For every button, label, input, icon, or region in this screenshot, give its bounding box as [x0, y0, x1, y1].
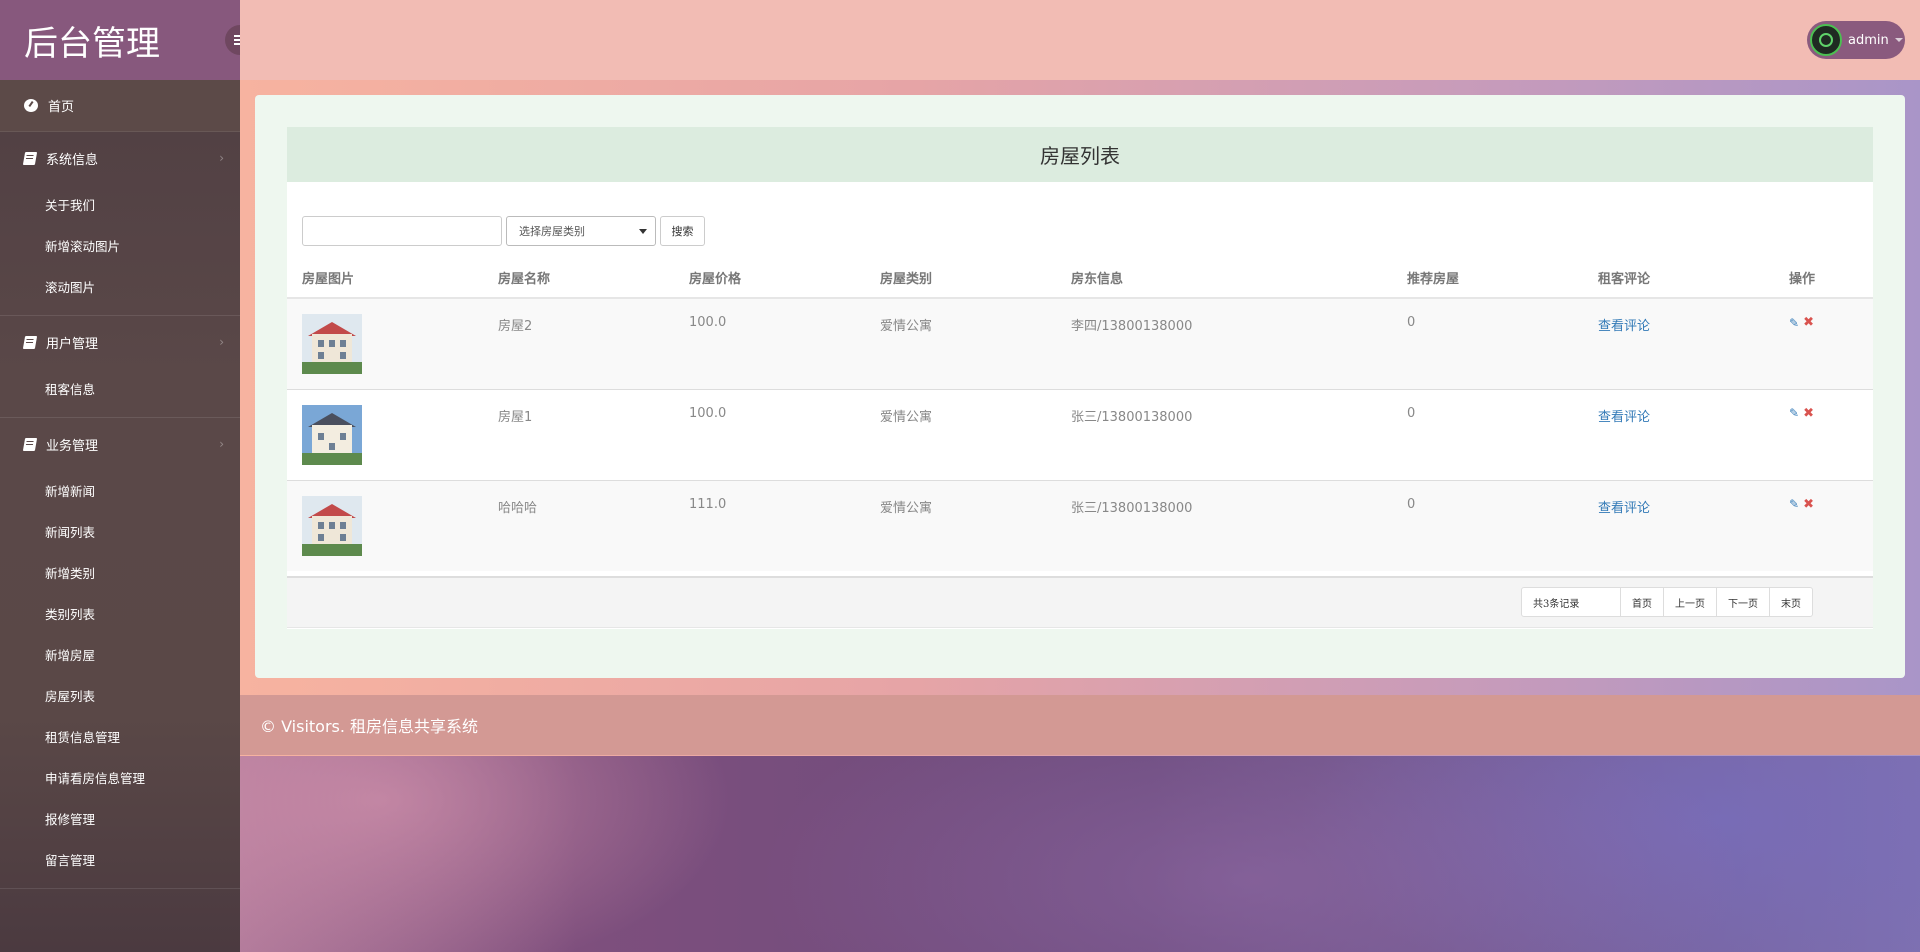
- view-comments-link[interactable]: 查看评论: [1598, 410, 1650, 425]
- view-comments-link[interactable]: 查看评论: [1598, 319, 1650, 334]
- column-header: 房屋类别: [865, 258, 1056, 299]
- sidebar-item-add-category[interactable]: 新增类别: [0, 552, 240, 593]
- sidebar-section-title: 系统信息: [46, 152, 99, 168]
- house-photo: [302, 495, 362, 556]
- dashboard-icon: [24, 99, 38, 112]
- view-comments-link[interactable]: 查看评论: [1598, 501, 1650, 516]
- book-icon: [22, 335, 38, 349]
- sidebar-section-system: 系统信息 › 关于我们 新增滚动图片 滚动图片: [0, 132, 240, 316]
- page-title: 房屋列表: [287, 127, 1873, 182]
- edit-icon[interactable]: ✎: [1789, 316, 1799, 330]
- house-name: 哈哈哈: [483, 479, 674, 571]
- recommend-flag: 0: [1392, 479, 1583, 571]
- house-category: 爱情公寓: [865, 388, 1056, 480]
- sidebar-section-header[interactable]: 系统信息 ›: [0, 132, 240, 184]
- column-header: 房东信息: [1056, 258, 1392, 299]
- house-table: 房屋图片 房屋名称 房屋价格 房屋类别 房东信息 推荐房屋 租客评论 操作 房屋…: [287, 258, 1873, 571]
- house-price: 100.0: [674, 297, 865, 389]
- edit-icon[interactable]: ✎: [1789, 406, 1799, 420]
- house-price: 111.0: [674, 479, 865, 571]
- category-select-value: 选择房屋类别: [519, 225, 585, 238]
- column-header: 房屋图片: [287, 258, 483, 299]
- chevron-right-icon: ›: [219, 151, 224, 165]
- sidebar-item-tenants[interactable]: 租客信息: [0, 368, 240, 409]
- column-header: 推荐房屋: [1392, 258, 1583, 299]
- sidebar-item-category-list[interactable]: 类别列表: [0, 593, 240, 634]
- next-page-button[interactable]: 下一页: [1716, 587, 1770, 617]
- footer: © Visitors. 租房信息共享系统: [240, 695, 1920, 755]
- sidebar-section-header[interactable]: 用户管理 ›: [0, 316, 240, 368]
- sidebar-section-users: 用户管理 › 租客信息: [0, 316, 240, 418]
- sidebar-item-news-list[interactable]: 新闻列表: [0, 511, 240, 552]
- landlord-info: 张三/13800138000: [1056, 479, 1392, 571]
- sidebar: 后台管理 首页 系统信息 › 关于我们 新增滚动图片 滚动图片 用户管理 › 租…: [0, 0, 255, 952]
- table-row: 房屋1 100.0 爱情公寓 张三/13800138000 0 查看评论 ✎ ✖: [287, 388, 1873, 480]
- avatar: [1810, 24, 1842, 56]
- last-page-button[interactable]: 末页: [1769, 587, 1813, 617]
- close-icon[interactable]: ✖: [1803, 406, 1814, 421]
- landlord-info: 李四/13800138000: [1056, 297, 1392, 389]
- user-menu[interactable]: admin: [1807, 21, 1905, 59]
- main-panel: 房屋列表 选择房屋类别 搜索 房屋图片 房屋名称 房屋价格 房屋类别 房东信息: [255, 95, 1905, 678]
- house-name: 房屋2: [483, 297, 674, 389]
- sidebar-item-banners[interactable]: 滚动图片: [0, 266, 240, 307]
- chevron-right-icon: ›: [219, 335, 224, 349]
- house-photo: [302, 404, 362, 465]
- sidebar-item-add-banner[interactable]: 新增滚动图片: [0, 225, 240, 266]
- search-button[interactable]: 搜索: [660, 216, 705, 246]
- close-icon[interactable]: ✖: [1803, 315, 1814, 330]
- table-row: 房屋2 100.0 爱情公寓 李四/13800138000 0 查看评论 ✎ ✖: [287, 297, 1873, 389]
- chevron-down-icon: [639, 228, 647, 234]
- topbar: admin: [240, 0, 1920, 80]
- column-header: 操作: [1774, 258, 1873, 299]
- pagination-bar: 共3条记录 首页 上一页 下一页 末页: [287, 576, 1873, 628]
- recommend-flag: 0: [1392, 388, 1583, 480]
- sidebar-item-add-news[interactable]: 新增新闻: [0, 470, 240, 511]
- sidebar-item-viewing[interactable]: 申请看房信息管理: [0, 757, 240, 798]
- category-select[interactable]: 选择房屋类别: [506, 216, 656, 246]
- house-category: 爱情公寓: [865, 297, 1056, 389]
- column-header: 租客评论: [1583, 258, 1774, 299]
- sidebar-item-about[interactable]: 关于我们: [0, 184, 240, 225]
- column-header: 房屋价格: [674, 258, 865, 299]
- user-name: admin: [1848, 32, 1889, 48]
- house-name: 房屋1: [483, 388, 674, 480]
- book-icon: [22, 151, 38, 165]
- sidebar-item-rental[interactable]: 租赁信息管理: [0, 716, 240, 757]
- first-page-button[interactable]: 首页: [1620, 587, 1664, 617]
- sidebar-item-house-list[interactable]: 房屋列表: [0, 675, 240, 716]
- recommend-flag: 0: [1392, 297, 1583, 389]
- pagination: 共3条记录 首页 上一页 下一页 末页: [1521, 587, 1813, 617]
- prev-page-button[interactable]: 上一页: [1663, 587, 1717, 617]
- filter-bar: 选择房屋类别 搜索: [302, 216, 705, 246]
- sidebar-item-add-house[interactable]: 新增房屋: [0, 634, 240, 675]
- sidebar-item-home[interactable]: 首页: [0, 80, 240, 132]
- close-icon[interactable]: ✖: [1803, 497, 1814, 512]
- caret-down-icon: [1894, 38, 1903, 42]
- brand-title: 后台管理: [24, 23, 160, 64]
- sidebar-item-label: 首页: [48, 100, 75, 115]
- house-photo: [302, 314, 362, 374]
- search-input[interactable]: [302, 216, 502, 246]
- sidebar-item-repair[interactable]: 报修管理: [0, 798, 240, 839]
- edit-icon[interactable]: ✎: [1789, 497, 1799, 511]
- record-count: 共3条记录: [1521, 587, 1621, 617]
- sidebar-section-header[interactable]: 业务管理 ›: [0, 418, 240, 470]
- sidebar-section-title: 用户管理: [46, 336, 99, 352]
- table-header-row: 房屋图片 房屋名称 房屋价格 房屋类别 房东信息 推荐房屋 租客评论 操作: [287, 258, 1873, 299]
- sidebar-section-business: 业务管理 › 新增新闻 新闻列表 新增类别 类别列表 新增房屋 房屋列表 租赁信…: [0, 418, 240, 889]
- column-header: 房屋名称: [483, 258, 674, 299]
- house-list-card: 房屋列表 选择房屋类别 搜索 房屋图片 房屋名称 房屋价格 房屋类别 房东信息: [287, 127, 1873, 629]
- landlord-info: 张三/13800138000: [1056, 388, 1392, 480]
- chevron-right-icon: ›: [219, 437, 224, 451]
- house-category: 爱情公寓: [865, 479, 1056, 571]
- brand-header: 后台管理: [0, 0, 255, 80]
- book-icon: [22, 437, 38, 451]
- house-price: 100.0: [674, 388, 865, 480]
- sidebar-section-title: 业务管理: [46, 438, 99, 454]
- table-row: 哈哈哈 111.0 爱情公寓 张三/13800138000 0 查看评论 ✎ ✖: [287, 479, 1873, 571]
- sidebar-item-messages[interactable]: 留言管理: [0, 839, 240, 880]
